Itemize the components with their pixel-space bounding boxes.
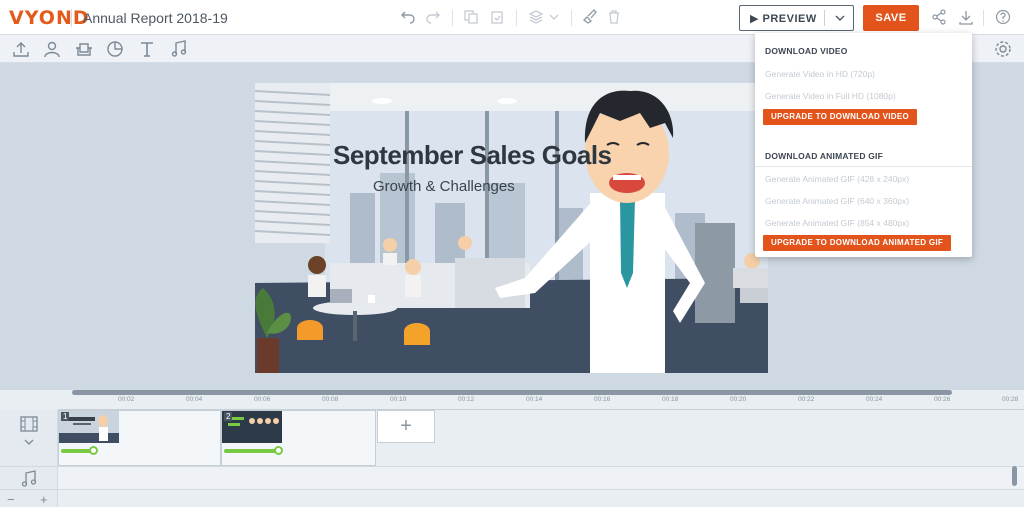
preview-label: ▶ PREVIEW [750, 13, 817, 25]
zoom-in-icon[interactable]: + [40, 492, 48, 507]
tick-label: 00:24 [866, 396, 883, 403]
timeline-scrollbar[interactable] [72, 390, 952, 395]
save-button[interactable]: SAVE [863, 5, 919, 31]
scene-subtitle-text[interactable]: Growth & Challenges [373, 178, 515, 195]
divider [516, 10, 517, 26]
chart-icon[interactable] [106, 40, 124, 58]
divider [452, 10, 453, 26]
menu-item-gif-428[interactable]: Generate Animated GIF (428 x 240px) [765, 174, 909, 184]
tick-label: 00:12 [458, 396, 475, 403]
tick-label: 00:14 [526, 396, 543, 403]
share-icon[interactable] [930, 9, 948, 27]
divider [0, 489, 1024, 490]
time-ruler[interactable]: 00:02 00:04 00:06 00:08 00:10 00:12 00:1… [58, 396, 1024, 410]
tick-label: 00:04 [186, 396, 203, 403]
scene-preview[interactable] [255, 83, 768, 373]
download-dropdown: DOWNLOAD VIDEO Generate Video in HD (720… [755, 33, 972, 257]
tick-label: 00:16 [594, 396, 611, 403]
tick-label: 00:26 [934, 396, 951, 403]
tick-label: 00:28 [1002, 396, 1019, 403]
help-icon[interactable] [994, 9, 1012, 27]
brush-icon[interactable] [580, 9, 598, 27]
top-bar: VYOND Annual Report 2018-19 ▶ PREVIEW SA… [0, 0, 1024, 35]
audio-track[interactable] [58, 467, 1024, 489]
chevron-down-icon[interactable] [23, 434, 35, 452]
track-controls: − + [0, 410, 58, 507]
props-icon[interactable] [75, 40, 93, 58]
duration-handle[interactable] [89, 446, 98, 455]
menu-item-video-720p[interactable]: Generate Video in HD (720p) [765, 69, 875, 79]
divider [983, 10, 984, 26]
download-video-heading: DOWNLOAD VIDEO [765, 46, 848, 56]
chevron-down-icon[interactable] [545, 9, 563, 27]
chevron-down-icon[interactable] [831, 9, 849, 27]
tick-label: 00:20 [730, 396, 747, 403]
duration-handle[interactable] [274, 446, 283, 455]
scene-title-text[interactable]: September Sales Goals [333, 140, 612, 171]
scene-number: 1 [61, 412, 70, 421]
tick-label: 00:08 [322, 396, 339, 403]
menu-item-gif-854[interactable]: Generate Animated GIF (854 x 480px) [765, 218, 909, 228]
character-icon[interactable] [43, 40, 61, 58]
scene-duration-bar [224, 449, 280, 453]
preview-button[interactable]: ▶ PREVIEW [739, 5, 854, 31]
divider [71, 9, 72, 27]
zoom-out-icon[interactable]: − [7, 492, 15, 507]
divider [824, 10, 825, 26]
menu-item-gif-640[interactable]: Generate Animated GIF (640 x 360px) [765, 196, 909, 206]
tick-label: 00:06 [254, 396, 271, 403]
download-icon[interactable] [957, 9, 975, 27]
tick-label: 00:02 [118, 396, 135, 403]
vyond-logo[interactable]: VYOND [9, 7, 90, 29]
menu-item-video-1080p[interactable]: Generate Video in Full HD (1080p) [765, 91, 896, 101]
layers-icon[interactable] [527, 9, 545, 27]
upgrade-video-button[interactable]: UPGRADE TO DOWNLOAD VIDEO [763, 109, 918, 125]
office-scene-illustration [255, 83, 768, 373]
timeline-vertical-scrollbar[interactable] [1012, 466, 1017, 486]
upload-icon[interactable] [12, 40, 30, 58]
timeline-scene-2[interactable]: 2 [221, 410, 376, 466]
settings-icon[interactable] [994, 40, 1012, 58]
upgrade-gif-button[interactable]: UPGRADE TO DOWNLOAD ANIMATED GIF [763, 235, 952, 251]
tick-label: 00:10 [390, 396, 407, 403]
tick-label: 00:18 [662, 396, 679, 403]
music-icon[interactable] [170, 40, 188, 58]
paste-icon[interactable] [488, 9, 506, 27]
project-title[interactable]: Annual Report 2018-19 [83, 10, 228, 26]
undo-icon[interactable] [399, 9, 417, 27]
copy-icon[interactable] [462, 9, 480, 27]
timeline-scene-1[interactable]: 1 [58, 410, 221, 466]
add-scene-button[interactable]: + [377, 410, 435, 443]
trash-icon[interactable] [605, 9, 623, 27]
tick-label: 00:22 [798, 396, 815, 403]
redo-icon[interactable] [424, 9, 442, 27]
timeline: 00:02 00:04 00:06 00:08 00:10 00:12 00:1… [0, 390, 1024, 507]
download-gif-heading: DOWNLOAD ANIMATED GIF [765, 151, 883, 161]
divider [755, 166, 972, 167]
scene-number: 2 [224, 412, 233, 421]
divider [571, 10, 572, 26]
text-icon[interactable] [138, 40, 156, 58]
